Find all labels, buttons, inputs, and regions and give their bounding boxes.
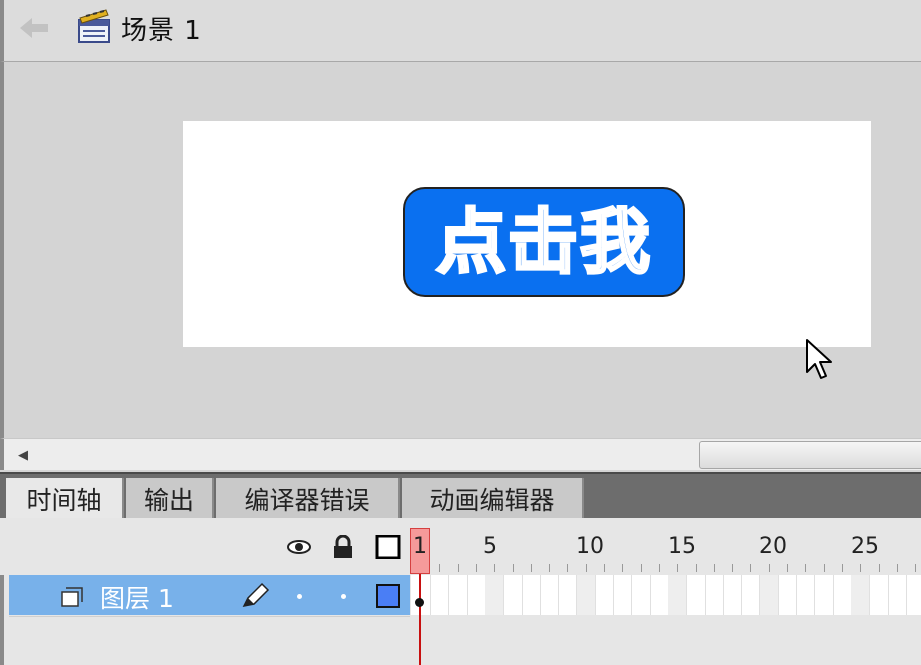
tab-compiler-errors[interactable]: 编译器错误: [216, 478, 400, 520]
button-text: 点击我: [435, 201, 652, 283]
click-me-button[interactable]: 点击我: [403, 187, 685, 297]
frame-cell-divider: [814, 575, 815, 615]
ruler-label: 15: [668, 534, 696, 559]
playhead-line: [419, 574, 421, 665]
ruler-tick: [805, 564, 806, 572]
ruler-tick: [860, 564, 861, 572]
current-frame-number: 1: [413, 534, 427, 559]
eye-icon[interactable]: [286, 535, 312, 559]
ruler-tick: [824, 564, 825, 572]
tab-motion-editor[interactable]: 动画编辑器: [402, 478, 584, 520]
frame-cell-divider: [595, 575, 596, 615]
frame-cell-divider: [522, 575, 523, 615]
ruler-tick: [494, 564, 495, 572]
frame-cell-marker: [485, 575, 503, 615]
frame-cell-divider: [796, 575, 797, 615]
ruler-tick: [696, 564, 697, 572]
frame-cell-marker: [760, 575, 778, 615]
frame-cell-marker: [851, 575, 869, 615]
frame-cell-divider: [686, 575, 687, 615]
scrollbar-thumb[interactable]: [699, 441, 921, 469]
frame-cell-divider: [869, 575, 870, 615]
ruler-tick: [476, 564, 477, 572]
ruler-tick: [659, 564, 660, 572]
ruler-tick: [622, 564, 623, 572]
frame-cell-divider: [906, 575, 907, 615]
tab-output[interactable]: 输出: [126, 478, 214, 520]
ruler-tick: [769, 564, 770, 572]
frame-cell-divider: [631, 575, 632, 615]
back-arrow-icon[interactable]: [16, 14, 52, 42]
lock-dot[interactable]: [341, 594, 346, 599]
frame-cell-divider: [503, 575, 504, 615]
ruler-tick: [842, 564, 843, 572]
ruler-tick: [677, 564, 678, 572]
keyframe-dot[interactable]: [415, 598, 424, 607]
frame-cell-divider: [558, 575, 559, 615]
empty-layer-area: [9, 616, 410, 665]
panel-tab-bar: 时间轴 输出 编译器错误 动画编辑器: [0, 472, 921, 520]
ruler-tick: [641, 564, 642, 572]
frame-cell-divider: [448, 575, 449, 615]
ruler-tick: [439, 564, 440, 572]
frame-cell-divider: [613, 575, 614, 615]
ruler-tick: [915, 564, 916, 572]
ruler-tick: [897, 564, 898, 572]
ruler-tick: [787, 564, 788, 572]
clapperboard-icon: [78, 9, 110, 43]
ruler-tick: [586, 564, 587, 572]
frame-cell-divider: [467, 575, 468, 615]
ruler-tick: [549, 564, 550, 572]
frame-cell-divider: [540, 575, 541, 615]
frame-cell-marker: [668, 575, 686, 615]
ruler-tick: [714, 564, 715, 572]
ruler-tick: [732, 564, 733, 572]
horizontal-scrollbar[interactable]: ◀: [0, 438, 921, 470]
outline-square-icon[interactable]: [375, 535, 401, 559]
frame-cell-divider: [430, 575, 431, 615]
mouse-pointer-icon: [806, 339, 832, 379]
frame-cell-divider: [888, 575, 889, 615]
visibility-dot[interactable]: [297, 594, 302, 599]
frame-cell-marker: [577, 575, 595, 615]
ruler-label: 10: [576, 534, 604, 559]
ruler-label: 5: [483, 534, 497, 559]
frame-cell-divider: [833, 575, 834, 615]
lock-icon[interactable]: [330, 535, 356, 559]
ruler-tick: [513, 564, 514, 572]
ruler-label: 25: [851, 534, 879, 559]
ruler-tick: [604, 564, 605, 572]
ruler-tick: [458, 564, 459, 572]
ruler-tick: [750, 564, 751, 572]
frame-cell-divider: [778, 575, 779, 615]
scroll-left-arrow-icon[interactable]: ◀: [18, 448, 28, 463]
frame-cell-divider: [723, 575, 724, 615]
ruler-tick: [879, 564, 880, 572]
ruler-tick: [567, 564, 568, 572]
layer-icon: [61, 587, 83, 607]
ruler-label: 20: [759, 534, 787, 559]
pencil-icon: [242, 582, 270, 608]
tab-timeline[interactable]: 时间轴: [6, 478, 124, 520]
frame-cell-divider: [650, 575, 651, 615]
layer-name[interactable]: 图层 1: [100, 579, 174, 615]
ruler-tick: [531, 564, 532, 572]
frame-cell-divider: [741, 575, 742, 615]
frame-cell-divider: [705, 575, 706, 615]
scene-label[interactable]: 场景 1: [121, 10, 202, 47]
layer-color-box[interactable]: [376, 584, 400, 608]
